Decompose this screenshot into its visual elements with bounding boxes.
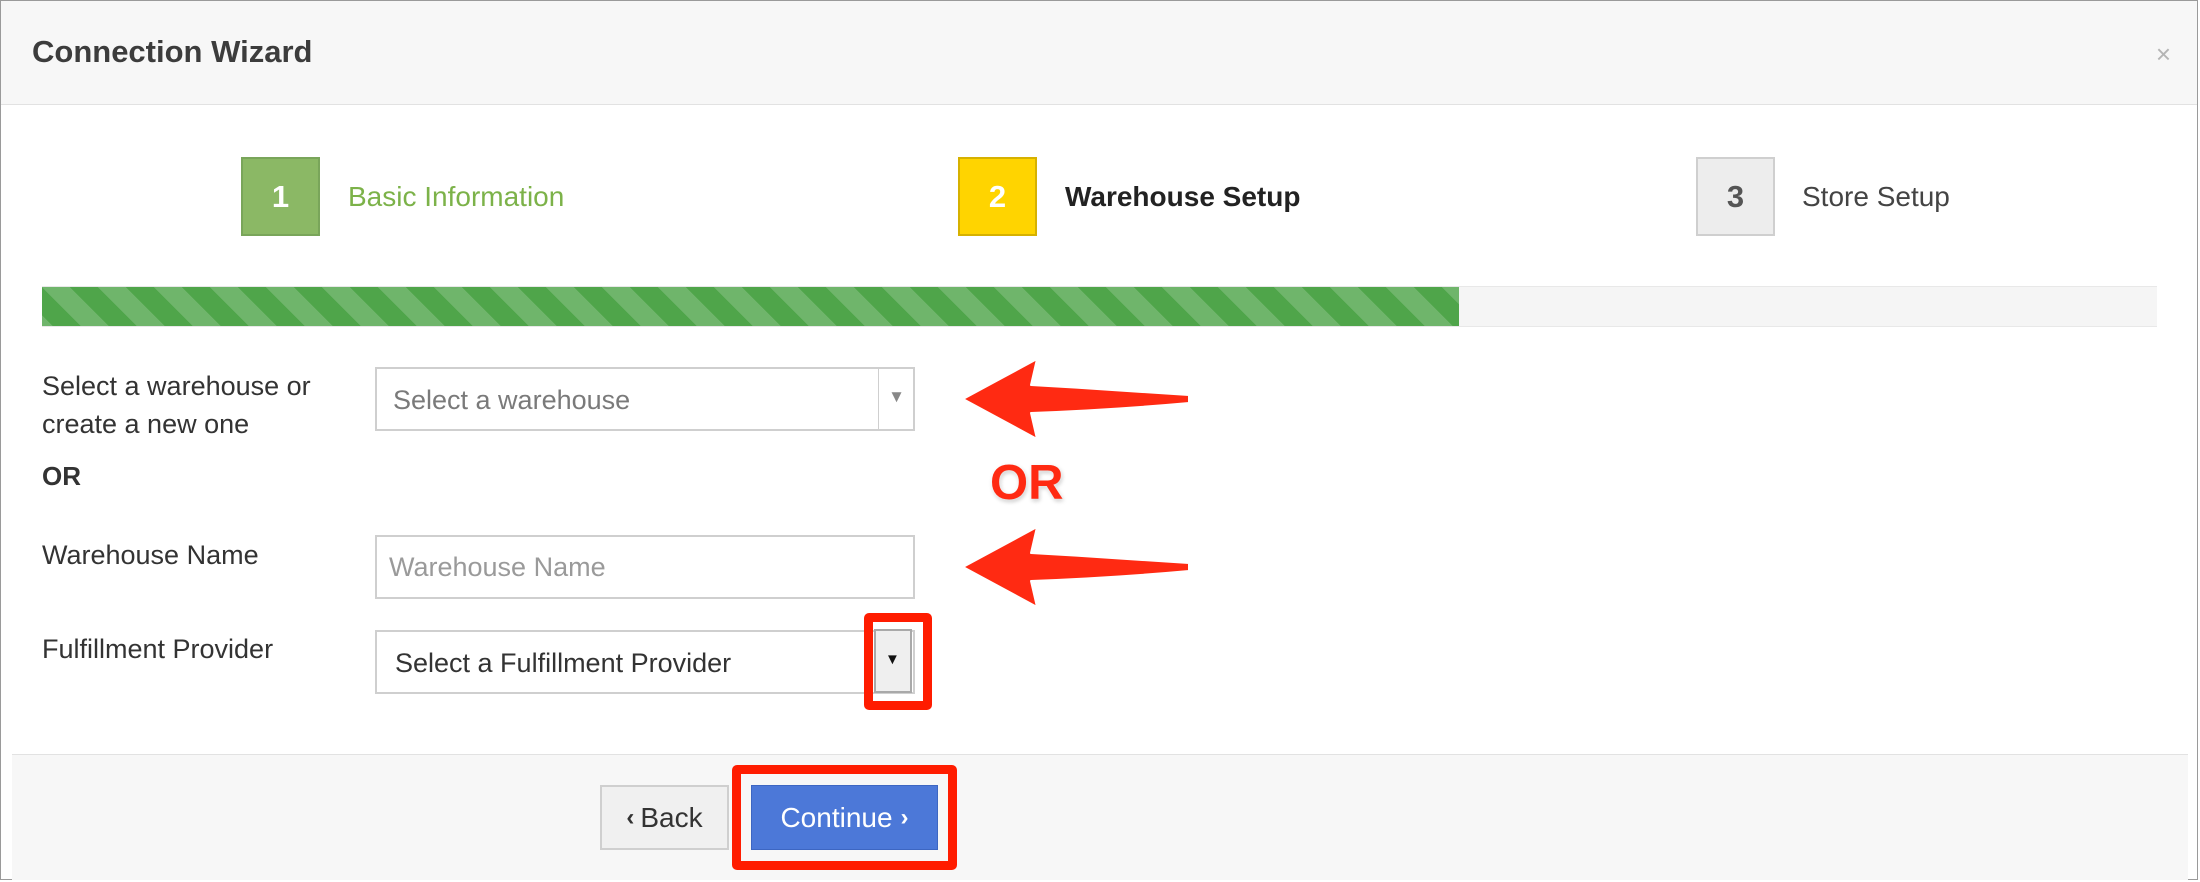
chevron-left-icon: ‹ xyxy=(626,803,635,831)
warehouse-select-label: Select a warehouse or create a new one xyxy=(42,367,311,443)
continue-button-label: Continue xyxy=(780,801,893,833)
step-1-number: 1 xyxy=(241,157,320,236)
fulfillment-provider-label: Fulfillment Provider xyxy=(42,634,274,664)
back-button-label: Back xyxy=(640,801,703,833)
close-icon[interactable]: × xyxy=(2156,39,2171,70)
wizard-progress-bar xyxy=(42,286,2157,327)
select-separator xyxy=(878,369,879,429)
progress-bar-fill xyxy=(42,287,1460,326)
caret-down-icon: ▼ xyxy=(885,651,900,668)
step-2-number: 2 xyxy=(958,157,1037,236)
step-2-label: Warehouse Setup xyxy=(1065,181,1301,212)
warehouse-select-label-line2: create a new one xyxy=(42,409,250,439)
warehouse-select-value: Select a warehouse xyxy=(393,385,631,415)
dialog-title: Connection Wizard xyxy=(32,34,313,69)
fulfillment-provider-select[interactable]: Select a Fulfillment Provider xyxy=(375,630,915,694)
chevron-right-icon: › xyxy=(900,803,909,831)
connection-wizard-dialog xyxy=(0,0,2198,880)
fulfillment-provider-value: Select a Fulfillment Provider xyxy=(395,648,732,678)
warehouse-select[interactable]: Select a warehouse ▼ xyxy=(375,367,915,431)
annotation-or-label: OR xyxy=(990,456,1064,510)
fulfillment-dropdown-button[interactable]: ▼ xyxy=(874,629,912,693)
step-1-label: Basic Information xyxy=(348,181,565,212)
warehouse-name-input[interactable] xyxy=(375,535,915,599)
warehouse-select-label-line1: Select a warehouse or xyxy=(42,371,311,401)
continue-button[interactable]: Continue › xyxy=(751,785,938,850)
warehouse-name-label: Warehouse Name xyxy=(42,540,259,570)
back-button[interactable]: ‹ Back xyxy=(600,785,729,850)
step-3-number: 3 xyxy=(1696,157,1775,236)
step-3-label: Store Setup xyxy=(1802,181,1950,212)
dialog-header: Connection Wizard × xyxy=(1,1,2197,105)
dialog-footer xyxy=(12,754,2188,880)
or-divider-label: OR xyxy=(42,461,81,491)
caret-down-icon[interactable]: ▼ xyxy=(888,387,905,407)
